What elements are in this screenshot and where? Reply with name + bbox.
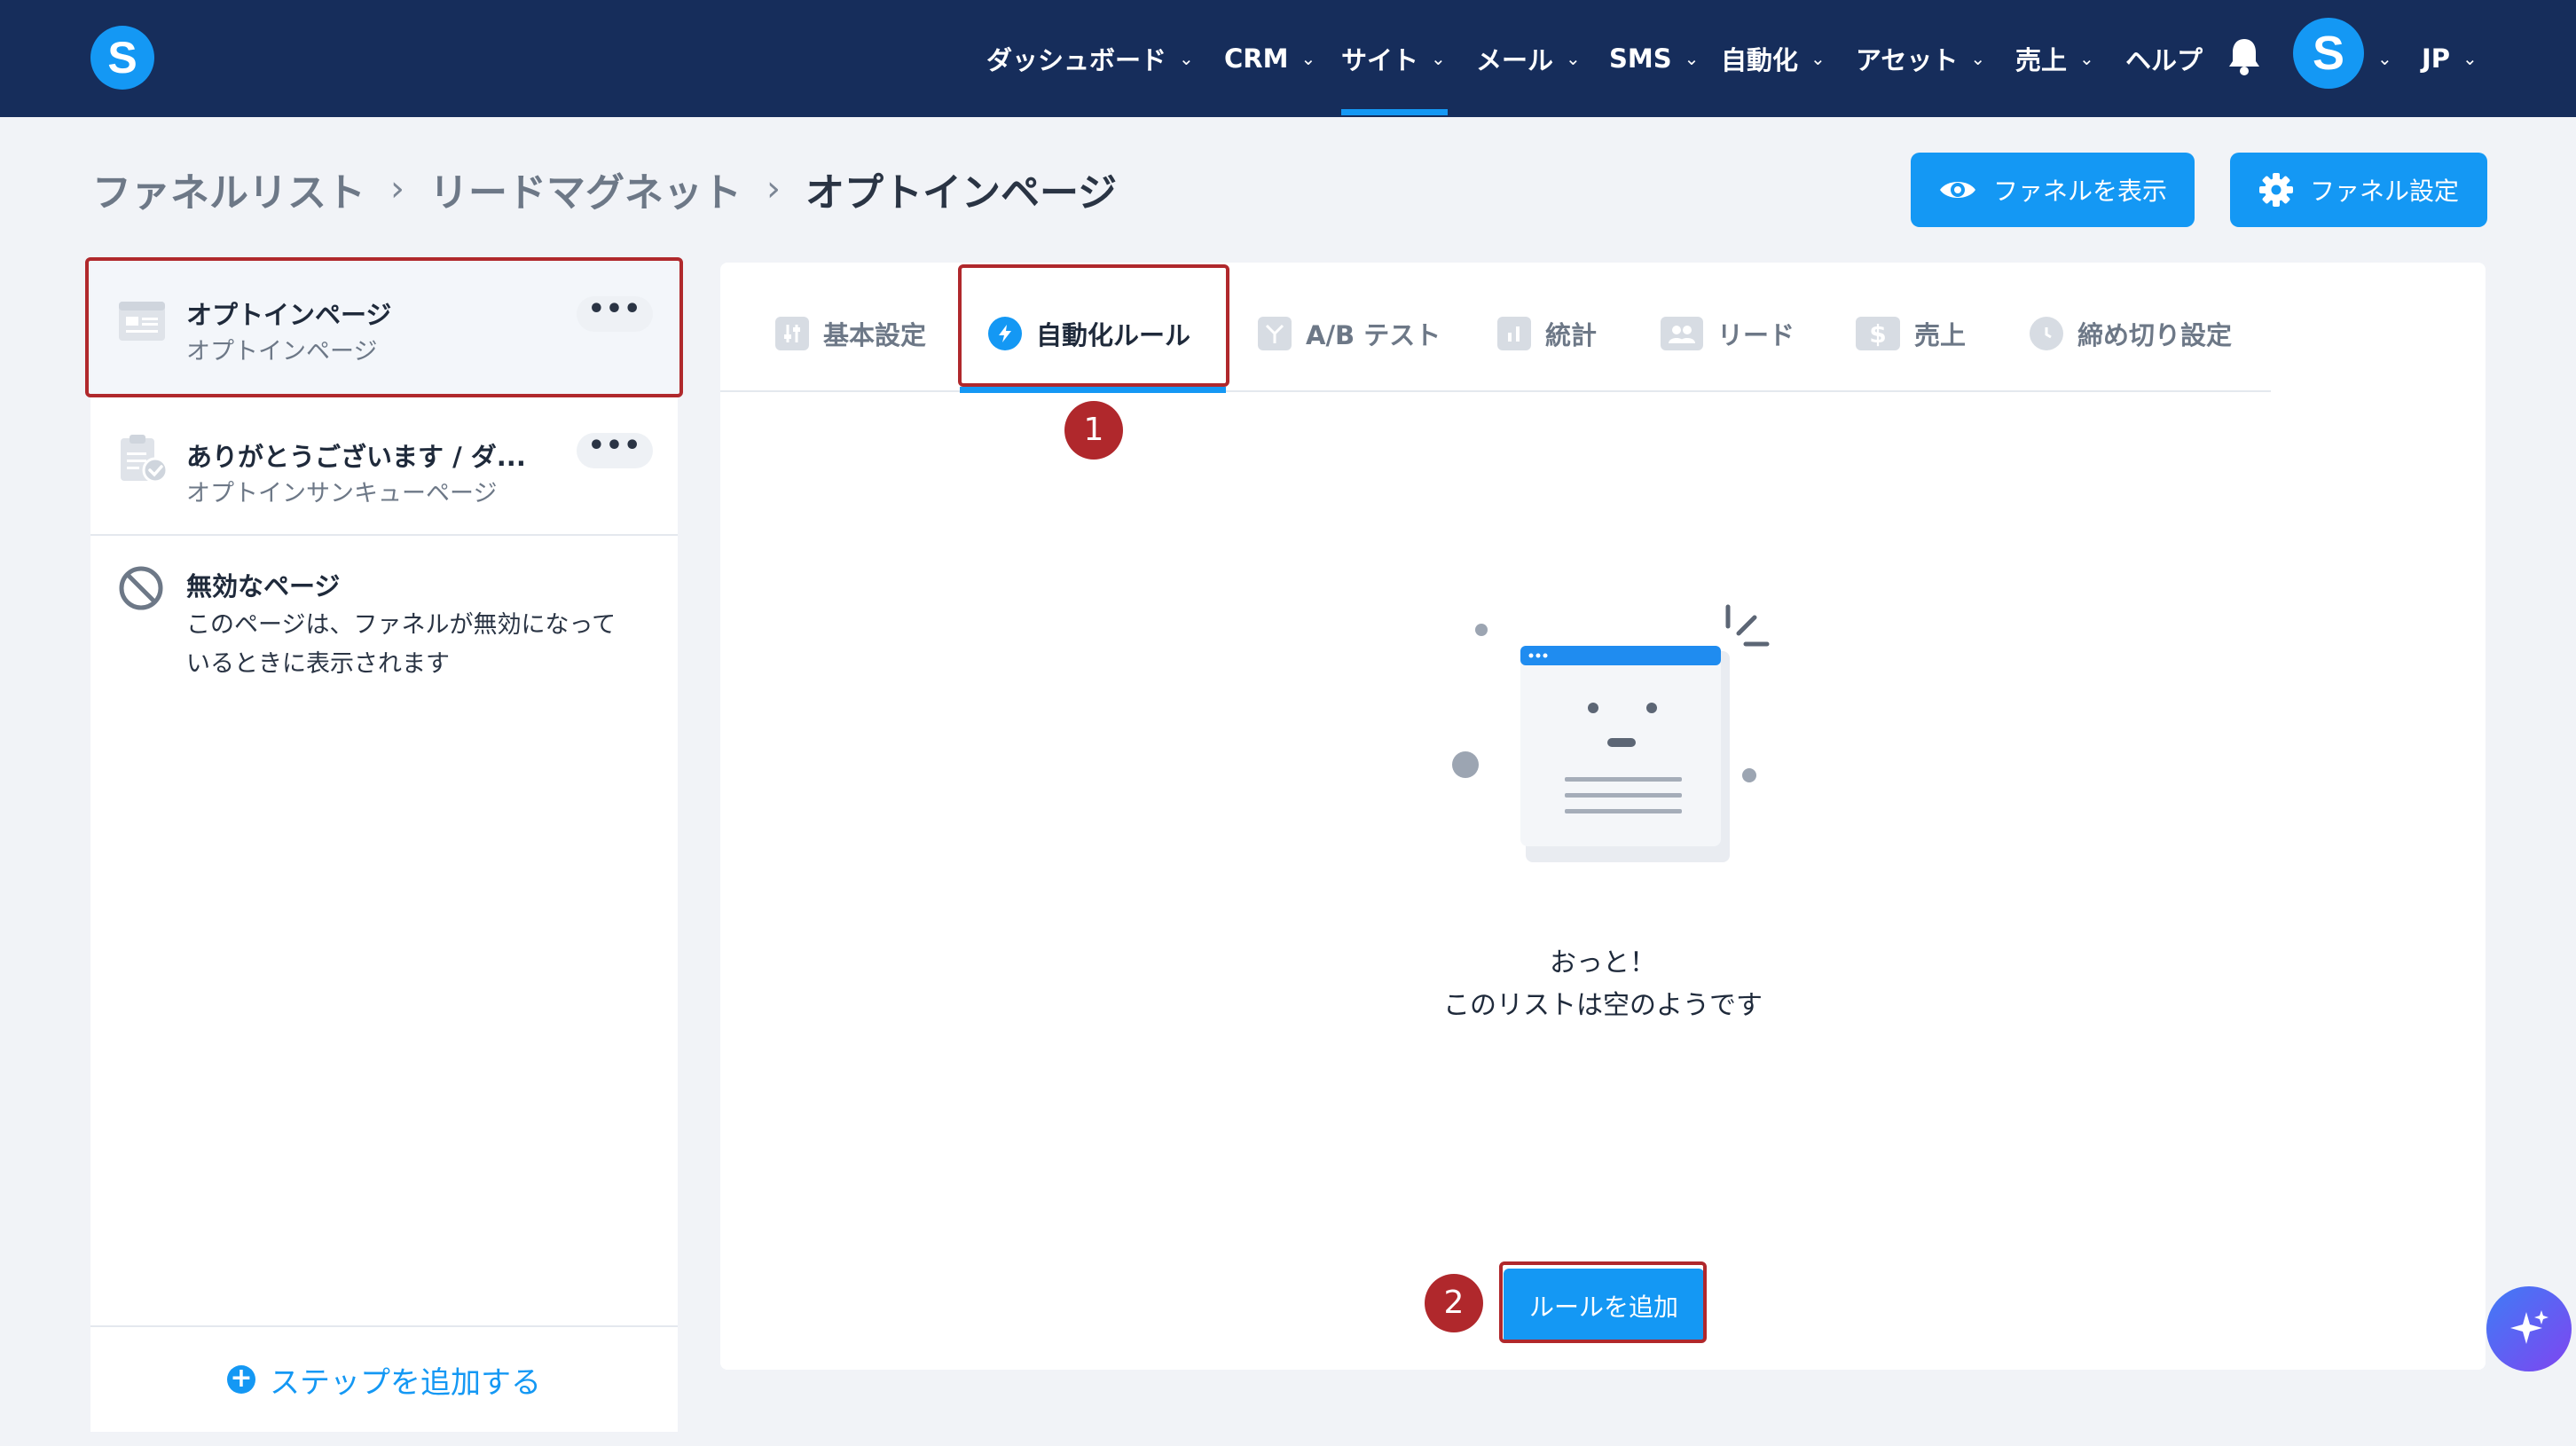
avatar-menu-toggle[interactable]: ⌄: [2377, 0, 2392, 117]
tab-ab-test[interactable]: A/B テスト: [1258, 307, 1441, 360]
breadcrumb-funnel-list[interactable]: ファネルリスト: [92, 161, 365, 217]
nav-item-label: SMS: [1609, 43, 1672, 74]
chevron-down-icon: ⌄: [1684, 48, 1700, 69]
tab-deadline-settings[interactable]: 締め切り設定: [2030, 307, 2232, 360]
top-navigation-bar: S ダッシュボード ⌄ CRM ⌄ サイト ⌄ メール ⌄ SMS ⌄ 自動化 ⌄ アセット…: [0, 0, 2576, 117]
nav-item-label: メール: [1476, 45, 1554, 75]
clipboard-check-icon: [121, 435, 169, 483]
funnel-settings-button[interactable]: ファネル設定: [2230, 153, 2487, 227]
step-title: ありがとうございます / ダ...: [186, 442, 526, 472]
chevron-down-icon: ⌄: [1300, 48, 1316, 69]
sparkle-icon: [2510, 1310, 2549, 1344]
nav-item-mail[interactable]: メール ⌄: [1476, 0, 1581, 117]
sliders-icon: [775, 317, 809, 350]
breadcrumb-current-page: オプトインページ: [805, 170, 1118, 216]
tab-label: リード: [1717, 320, 1795, 350]
chevron-right-icon: ›: [390, 169, 404, 209]
view-funnel-label: ファネルを表示: [1992, 177, 2167, 206]
step-menu-button[interactable]: •••: [577, 433, 653, 468]
nav-item-label: CRM: [1224, 43, 1289, 74]
step-item-disabled-page[interactable]: 無効なページ このページは、ファネルが無効になって いるときに表示されます: [90, 536, 678, 695]
disabled-icon: [119, 566, 163, 610]
gear-icon: [2258, 173, 2293, 207]
empty-state-title: おっと！: [1550, 947, 1656, 978]
dollar-icon: $: [1856, 317, 1900, 350]
nav-item-label: サイト: [1341, 45, 1419, 75]
nav-item-automation[interactable]: 自動化 ⌄: [1721, 0, 1826, 117]
highlight-tab-automation-rules: [958, 264, 1229, 387]
ai-assistant-button[interactable]: [2486, 1286, 2572, 1371]
user-avatar[interactable]: S: [2293, 18, 2364, 89]
funnel-steps-sidebar: オプトインページ オプトインページ ••• ありがとうございます / ダ... …: [90, 259, 678, 1432]
funnel-settings-label: ファネル設定: [2309, 177, 2459, 206]
language-label: JP: [2422, 43, 2451, 74]
highlight-add-rule-button: [1499, 1261, 1707, 1343]
tab-sales[interactable]: $ 売上: [1856, 307, 1966, 360]
nav-active-indicator: [1341, 109, 1448, 115]
step-item-thank-you[interactable]: ありがとうございます / ダ... オプトインサンキューページ •••: [90, 396, 678, 536]
nav-item-dashboard[interactable]: ダッシュボード ⌄: [986, 0, 1194, 117]
chevron-down-icon: ⌄: [2462, 48, 2478, 69]
annotation-badge-1: 1: [1064, 401, 1123, 460]
active-tab-indicator: [960, 387, 1226, 393]
bar-chart-icon: [1497, 317, 1531, 350]
tab-label: 統計: [1545, 320, 1598, 350]
chevron-down-icon: ⌄: [1566, 48, 1581, 69]
language-selector[interactable]: JP ⌄: [2422, 0, 2478, 117]
step-description-line-2: いるときに表示されます: [186, 650, 450, 678]
empty-list-illustration: [1452, 604, 1770, 862]
add-step-button[interactable]: + ステップを追加する: [90, 1325, 678, 1432]
annotation-badge-2: 2: [1425, 1274, 1483, 1332]
plus-circle-icon: +: [227, 1365, 255, 1394]
step-title: 無効なページ: [186, 571, 341, 601]
nav-item-site[interactable]: サイト ⌄: [1341, 0, 1446, 117]
nav-item-assets[interactable]: アセット ⌄: [1856, 0, 1985, 117]
nav-item-label: 売上: [2015, 45, 2068, 75]
chevron-down-icon: ⌄: [1810, 48, 1826, 69]
main-panel: 基本設定 自動化ルール A/B テスト 統計 リード $ 売上 締め切り設定 お…: [720, 263, 2486, 1370]
highlight-step-optin: [85, 257, 683, 397]
tabs-divider: [720, 390, 2271, 392]
step-subtitle: オプトインサンキューページ: [186, 480, 498, 507]
tab-leads[interactable]: リード: [1661, 307, 1795, 360]
chevron-right-icon: ›: [766, 169, 781, 209]
nav-item-crm[interactable]: CRM ⌄: [1224, 0, 1315, 117]
view-funnel-button[interactable]: ファネルを表示: [1911, 153, 2195, 227]
nav-item-label: ダッシュボード: [986, 45, 1167, 75]
nav-item-label: アセット: [1856, 45, 1959, 75]
tab-label: 基本設定: [823, 320, 927, 350]
app-logo[interactable]: S: [90, 26, 154, 90]
nav-item-sms[interactable]: SMS ⌄: [1609, 0, 1699, 117]
tab-stats[interactable]: 統計: [1497, 307, 1597, 360]
empty-state-subtitle: このリストは空のようです: [1443, 990, 1763, 1021]
chevron-down-icon: ⌄: [1179, 48, 1194, 69]
chevron-down-icon: ⌄: [2377, 48, 2392, 69]
nav-item-sales[interactable]: 売上 ⌄: [2015, 0, 2094, 117]
breadcrumb-lead-magnet[interactable]: リードマグネット: [429, 161, 742, 217]
add-step-label: ステップを追加する: [270, 1364, 541, 1401]
chevron-down-icon: ⌄: [1970, 48, 1986, 69]
tab-label: 売上: [1914, 320, 1967, 350]
tab-basic-settings[interactable]: 基本設定: [775, 307, 926, 360]
users-icon: [1661, 317, 1703, 350]
nav-item-label: 自動化: [1721, 45, 1799, 75]
bell-icon[interactable]: [2227, 35, 2262, 76]
chevron-down-icon: ⌄: [1431, 48, 1446, 69]
split-icon: [1258, 317, 1292, 350]
chevron-down-icon: ⌄: [2079, 48, 2094, 69]
step-description-line-1: このページは、ファネルが無効になって: [186, 611, 617, 639]
clock-icon: [2030, 317, 2063, 350]
tab-label: A/B テスト: [1306, 320, 1441, 350]
tab-label: 締め切り設定: [2077, 320, 2233, 350]
breadcrumb: ファネルリスト › リードマグネット › オプトインページ: [92, 158, 1117, 220]
eye-icon: [1939, 182, 1975, 198]
nav-item-label: ヘルプ: [2125, 45, 2203, 75]
nav-item-help[interactable]: ヘルプ: [2125, 0, 2203, 117]
